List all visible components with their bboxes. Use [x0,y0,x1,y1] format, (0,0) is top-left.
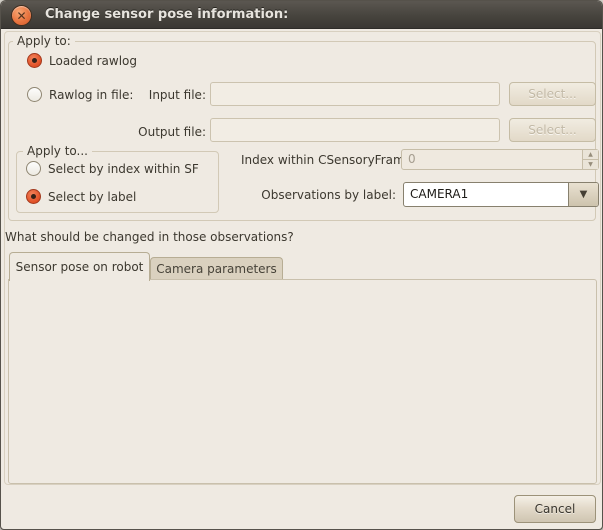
index-spinner-value: 0 [402,150,582,169]
input-file-label: Input file: [131,88,206,102]
spinner-down-icon[interactable]: ▼ [583,160,598,169]
spinner-up-icon[interactable]: ▲ [583,150,598,160]
observations-by-label-label: Observations by label: [241,188,396,202]
tab-camera-parameters[interactable]: Camera parameters [150,257,283,280]
cancel-button[interactable]: Cancel [514,495,596,523]
close-icon: ✕ [12,6,31,25]
observations-combo-value: CAMERA1 [404,183,568,206]
close-button[interactable]: ✕ [11,5,32,26]
output-file-label: Output file: [131,125,206,139]
radio-rawlog-in-file-label: Rawlog in file: [49,88,133,102]
titlebar: ✕ Change sensor pose information: [1,1,602,29]
observations-combo[interactable]: CAMERA1 ▼ [403,182,599,207]
tab-sensor-pose[interactable]: Sensor pose on robot [9,252,150,281]
radio-select-by-label-label: Select by label [48,190,136,204]
chevron-down-icon[interactable]: ▼ [568,183,598,206]
radio-select-by-index[interactable] [26,161,41,176]
radio-rawlog-in-file[interactable] [27,87,42,102]
radio-select-by-label[interactable] [26,189,41,204]
input-file-select-button[interactable]: Select... [509,82,596,106]
output-file-field[interactable] [210,118,500,142]
radio-select-by-index-label: Select by index within SF [48,162,199,176]
dialog-window: ✕ Change sensor pose information: Apply … [0,0,603,530]
window-title: Change sensor pose information: [45,1,288,29]
radio-loaded-rawlog-label: Loaded rawlog [49,54,137,68]
index-spinner[interactable]: 0 ▲ ▼ [401,149,599,170]
index-within-label: Index within CSensoryFrame [241,153,389,167]
sensor-pose-tabpanel [8,279,597,484]
radio-loaded-rawlog[interactable] [27,53,42,68]
input-file-field[interactable] [210,82,500,106]
output-file-select-button[interactable]: Select... [509,118,596,142]
question-text: What should be changed in those observat… [5,230,294,244]
apply-to-legend: Apply to: [13,34,75,48]
apply-mode-legend: Apply to... [23,144,92,158]
